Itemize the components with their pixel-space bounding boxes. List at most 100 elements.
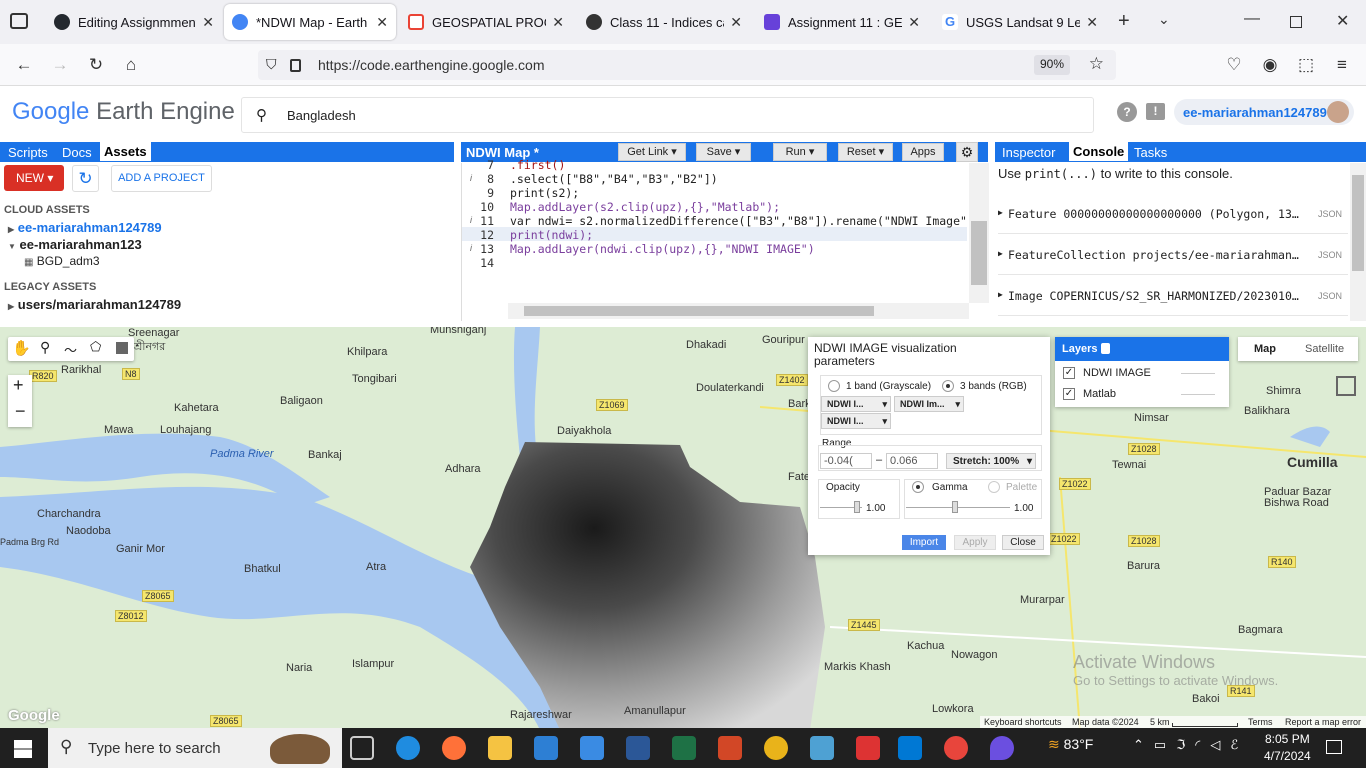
tab-scripts[interactable]: Scripts [8,145,48,160]
reset-button[interactable]: Reset ▾ [838,143,893,161]
chrome-icon[interactable] [944,736,968,760]
app-z-icon[interactable] [856,736,880,760]
scroll-thumb[interactable] [524,306,874,316]
radio-grayscale[interactable] [828,380,840,392]
info-marker-icon[interactable]: i [470,243,472,253]
radio-palette[interactable] [988,481,1000,493]
help-icon[interactable]: ? [1117,102,1137,122]
pan-hand-icon[interactable]: ✋ [12,339,31,357]
search-app-icon[interactable] [810,736,834,760]
tab-docs[interactable]: Docs [62,145,92,160]
close-button[interactable]: Close [1002,535,1044,550]
keyboard-shortcuts-link[interactable]: Keyboard shortcuts [984,717,1062,727]
range-min-input[interactable]: -0.04( [820,453,872,469]
legacy-user-item[interactable]: ▶ users/mariarahman124789 [8,297,181,312]
earth-engine-logo[interactable]: Google Earth Engine [12,98,235,126]
browser-tab[interactable]: Editing Assignmment- ✕ [46,4,222,40]
json-tag[interactable]: JSON [1318,291,1342,301]
lock-icon[interactable] [1101,343,1110,354]
pocket-icon[interactable]: ♡ [1222,53,1246,77]
browser-tab[interactable]: Assignment 11 : GEOSP ✕ [756,4,928,40]
volume-icon[interactable]: ◁ [1210,737,1230,752]
forward-icon[interactable]: → [48,53,72,77]
refresh-icon[interactable]: ↻ [72,165,99,192]
close-tab-icon[interactable]: ✕ [908,14,920,31]
mail-icon[interactable] [580,736,604,760]
report-error-link[interactable]: Report a map error [1285,717,1361,727]
scale-text[interactable]: 5 km [1150,717,1170,727]
edge-icon[interactable] [396,736,420,760]
polygon-icon[interactable]: ⬠ [90,339,101,355]
tab-tasks[interactable]: Tasks [1134,145,1167,160]
windows-start-icon[interactable] [14,740,32,758]
console-row[interactable]: ▶ Feature 00000000000000000000 (Polygon,… [998,196,1348,234]
map-type-map[interactable]: Map [1254,343,1276,355]
vscode-icon[interactable] [898,736,922,760]
extensions-icon[interactable]: ⬚ [1294,53,1318,77]
layer-opacity-slider[interactable] [1181,373,1215,374]
url-bar[interactable]: ⛉ https://code.earthengine.google.com 90… [258,50,1116,80]
chevron-down-icon[interactable]: ⌄ [1158,11,1170,28]
tab-assets[interactable]: Assets [100,142,151,161]
range-max-input[interactable]: 0.066 [886,453,938,469]
json-tag[interactable]: JSON [1318,250,1342,260]
close-tab-icon[interactable]: ✕ [730,14,742,31]
asset-item[interactable]: ▦ BGD_adm3 [24,254,100,268]
menu-icon[interactable]: ≡ [1330,53,1354,77]
info-marker-icon[interactable]: i [470,173,472,183]
new-button[interactable]: NEW ▾ [4,165,64,191]
band-select-red[interactable]: NDWI I... ▾ [821,396,891,412]
new-tab-icon[interactable]: + [1118,10,1130,33]
file-explorer-icon[interactable] [488,736,512,760]
app-drop-icon[interactable] [990,736,1014,760]
firefox-icon[interactable] [442,736,466,760]
layer-opacity-slider[interactable] [1181,394,1215,395]
close-tab-icon[interactable]: ✕ [1086,14,1098,31]
console-scrollbar[interactable] [1350,163,1366,321]
save-button[interactable]: Save ▾ [696,143,751,161]
browser-tab[interactable]: Class 11 - Indices calcu ✕ [578,4,750,40]
tab-list-icon[interactable] [10,13,28,29]
back-icon[interactable]: ← [12,53,36,77]
layers-header[interactable]: Layers [1055,337,1229,361]
browser-tab[interactable]: GEOSPATIAL PROGRAM ✕ [400,4,572,40]
clock[interactable]: 8:05 PM 4/7/2024 [1264,732,1311,763]
browser-tab-active[interactable]: *NDWI Map - Earth En ✕ [224,4,396,40]
fullscreen-icon[interactable] [1336,376,1356,396]
reload-icon[interactable]: ↻ [84,53,108,77]
add-project-button[interactable]: ADD A PROJECT [111,165,212,192]
account-icon[interactable]: ◉ [1258,53,1282,77]
rectangle-icon[interactable] [116,342,128,354]
bookmark-star-icon[interactable]: ☆ [1089,54,1104,74]
map-canvas[interactable]: Sreenagar শ্রীনগর Khilpara Munshiganj Dh… [0,327,1366,730]
tab-console[interactable]: Console [1069,142,1129,161]
radio-gamma[interactable] [912,481,924,493]
map-type-satellite[interactable]: Satellite [1305,343,1344,355]
run-button[interactable]: Run ▾ [773,143,827,161]
network-icon[interactable]: ▭ [1154,737,1176,752]
gear-icon[interactable]: ⚙ [956,142,978,162]
zoom-level[interactable]: 90% [1033,55,1070,75]
scroll-thumb[interactable] [1352,175,1364,271]
home-icon[interactable]: ⌂ [119,53,143,77]
weather-widget[interactable]: ≋ 83°F [1048,736,1093,753]
close-window-icon[interactable]: ✕ [1336,11,1349,31]
console-row[interactable]: ▶ FeatureCollection projects/ee-mariarah… [998,237,1348,275]
scroll-thumb[interactable] [971,221,987,285]
search-input[interactable]: ⚲ Bangladesh [241,97,1094,133]
store-icon[interactable] [534,736,558,760]
json-tag[interactable]: JSON [1318,209,1342,219]
wifi-icon[interactable]: ◜ [1195,737,1210,752]
zoom-in-button[interactable]: + [13,375,24,396]
polyline-icon[interactable]: 〜 [64,340,77,359]
restore-icon[interactable] [1290,16,1302,28]
task-view-icon[interactable] [350,736,374,760]
band-select-blue[interactable]: NDWI I... ▾ [821,413,891,429]
layer-item[interactable]: ✓ NDWI IMAGE [1061,365,1221,383]
zoom-out-button[interactable]: − [15,401,26,422]
chevron-up-icon[interactable]: ⌃ [1133,737,1154,752]
get-link-button[interactable]: Get Link ▾ [618,143,686,161]
lock-icon[interactable] [290,59,301,72]
minimize-icon[interactable]: — [1244,10,1260,28]
taskbar-search[interactable]: ⚲ Type here to search [48,728,342,768]
